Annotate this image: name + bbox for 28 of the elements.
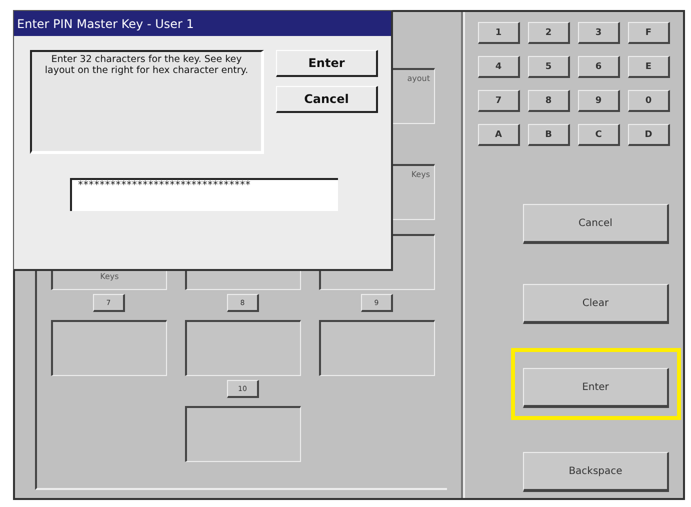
keypad-key[interactable]: 6 [578,56,620,78]
keypad-key[interactable]: 4 [478,56,520,78]
dialog-button[interactable]: Cancel [276,86,378,113]
key-input-field[interactable]: ******************************** [70,178,338,211]
slot-label: Keys [100,272,119,281]
keypad-key[interactable]: D [628,124,670,146]
action-button[interactable]: Clear [523,284,669,324]
keypad-key[interactable]: 7 [478,90,520,112]
keypad-key[interactable]: 3 [578,22,620,44]
keypad-key[interactable]: E [628,56,670,78]
keypad-key[interactable]: 5 [528,56,570,78]
keypad-key[interactable]: A [478,124,520,146]
keypad-key[interactable]: 0 [628,90,670,112]
keypad-key[interactable]: 2 [528,22,570,44]
slot-label: ayout [407,74,430,83]
keypad-key[interactable]: 1 [478,22,520,44]
keypad-key[interactable]: 8 [528,90,570,112]
keypad-key[interactable]: F [628,22,670,44]
dialog-title: Enter PIN Master Key - User 1 [14,11,391,36]
dialog-button[interactable]: Enter [276,50,378,77]
slot-label: Keys [411,170,430,179]
action-button[interactable]: Backspace [523,452,669,492]
keypad-key[interactable]: C [578,124,620,146]
action-button[interactable]: Enter [523,368,669,408]
keypad-key[interactable]: 9 [578,90,620,112]
action-button[interactable]: Cancel [523,204,669,244]
keypad-key[interactable]: B [528,124,570,146]
message-text: Enter 32 characters for the key. See key layout on the right for hex character entry. [30,50,264,154]
